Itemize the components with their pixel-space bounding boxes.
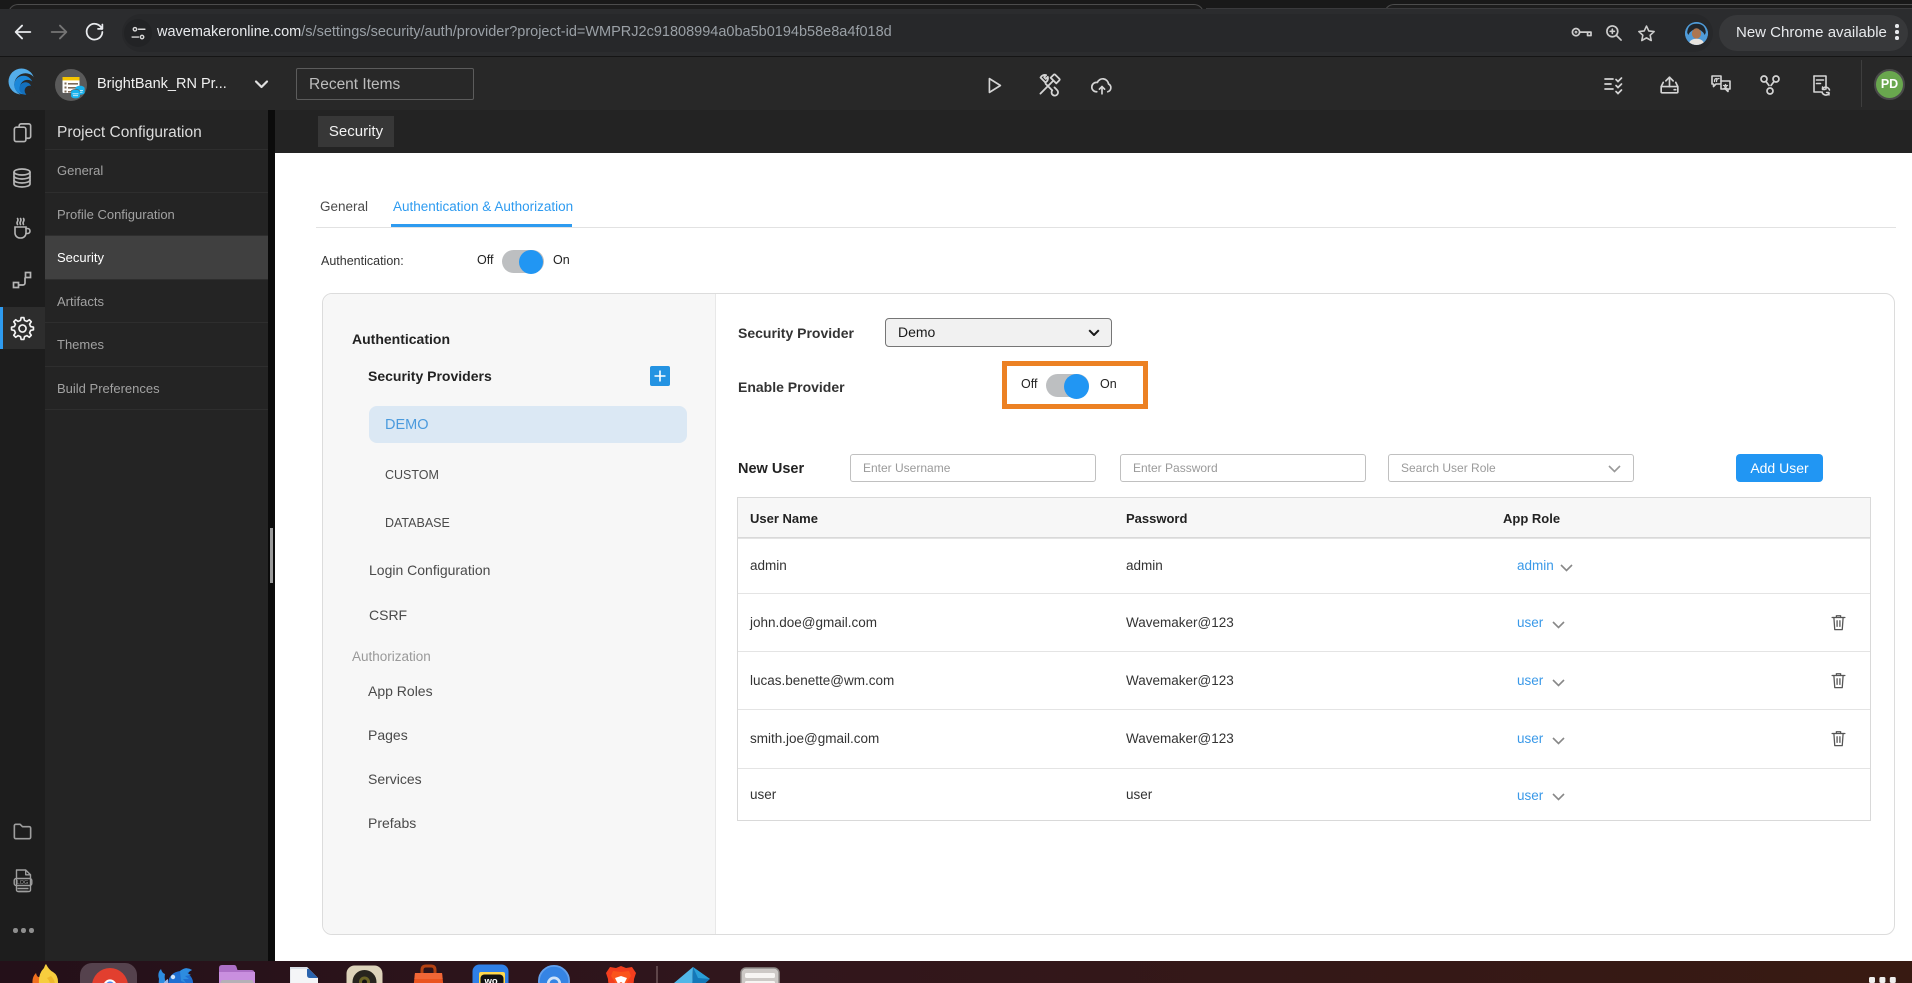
svg-text:wo: wo <box>484 976 498 983</box>
svg-text:LOG: LOG <box>17 880 28 886</box>
